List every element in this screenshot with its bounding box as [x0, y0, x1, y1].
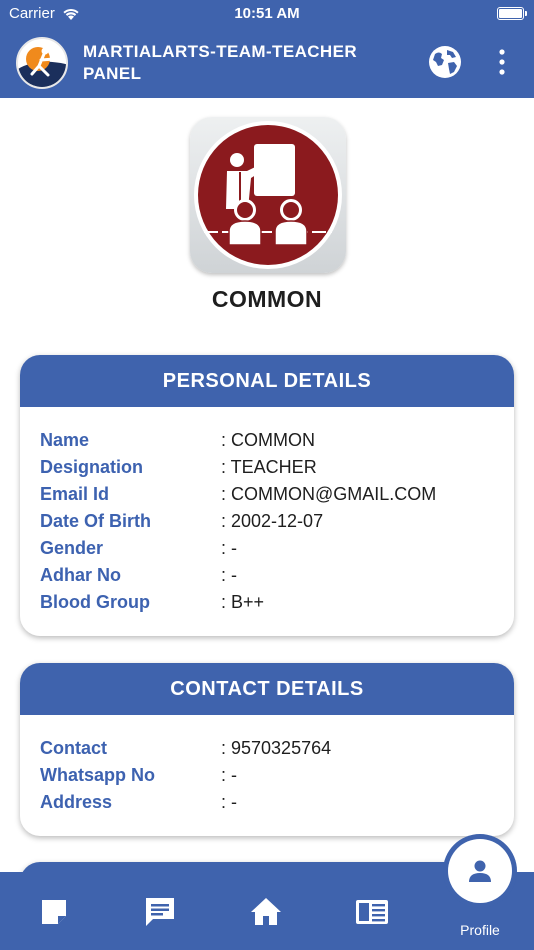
- detail-row-whatsapp: Whatsapp No : -: [20, 763, 514, 790]
- nav-note-icon[interactable]: [34, 892, 74, 932]
- detail-row-dob: Date Of Birth : 2002-12-07: [20, 509, 514, 536]
- teacher-presentation-icon: [194, 121, 342, 269]
- profile-name: COMMON: [211, 286, 323, 312]
- app-logo[interactable]: [16, 37, 68, 89]
- detail-label: Designation: [40, 457, 144, 477]
- nav-home-icon[interactable]: [246, 892, 286, 932]
- detail-label: Address: [40, 792, 113, 812]
- status-bar: Carrier 10:51 AM: [0, 0, 534, 28]
- detail-label: Blood Group: [40, 592, 150, 612]
- detail-label: Adhar No: [40, 565, 121, 585]
- detail-row-address: Address : -: [20, 790, 514, 817]
- detail-label: Whatsapp No: [40, 765, 155, 785]
- contact-details-title: CONTACT DETAILS: [20, 663, 514, 715]
- detail-value: : -: [221, 792, 237, 812]
- detail-value: : -: [221, 565, 237, 585]
- person-icon: [469, 860, 491, 882]
- detail-value: : COMMON@GMAIL.COM: [221, 484, 437, 504]
- detail-row-adhar: Adhar No : -: [20, 563, 514, 590]
- personal-details-card: PERSONAL DETAILS Name : COMMON Designati…: [20, 355, 514, 636]
- profile-nav-button[interactable]: [443, 834, 517, 908]
- detail-value: : B++: [221, 592, 265, 612]
- detail-value: : TEACHER: [221, 457, 317, 477]
- more-vert-icon[interactable]: [492, 47, 512, 77]
- nav-newspaper-icon[interactable]: [352, 892, 392, 932]
- detail-value: : -: [221, 765, 237, 785]
- globe-icon[interactable]: [428, 45, 462, 79]
- contact-details-card: CONTACT DETAILS Contact : 9570325764 Wha…: [20, 663, 514, 836]
- app-title: MARTIALARTS-TEAM-TEACHER PANEL: [83, 42, 358, 83]
- detail-row-contact: Contact : 9570325764: [20, 736, 514, 763]
- profile-nav-label[interactable]: Profile: [430, 922, 530, 938]
- detail-label: Name: [40, 430, 90, 450]
- nav-chat-icon[interactable]: [140, 892, 180, 932]
- detail-row-blood-group: Blood Group : B++: [20, 590, 514, 617]
- profile-avatar: [190, 117, 346, 273]
- battery-icon: [497, 7, 527, 20]
- detail-value: : -: [221, 538, 237, 558]
- detail-value: : 9570325764: [221, 738, 332, 758]
- detail-label: Contact: [40, 738, 107, 758]
- detail-row-gender: Gender : -: [20, 536, 514, 563]
- detail-label: Gender: [40, 538, 104, 558]
- detail-row-name: Name : COMMON: [20, 428, 514, 455]
- personal-details-title: PERSONAL DETAILS: [20, 355, 514, 407]
- detail-label: Date Of Birth: [40, 511, 152, 531]
- detail-row-email: Email Id : COMMON@GMAIL.COM: [20, 482, 514, 509]
- detail-label: Email Id: [40, 484, 110, 504]
- detail-value: : COMMON: [221, 430, 315, 450]
- detail-row-designation: Designation : TEACHER: [20, 455, 514, 482]
- app-bar: MARTIALARTS-TEAM-TEACHER PANEL: [0, 28, 534, 98]
- clock: 10:51 AM: [234, 5, 300, 22]
- detail-value: : 2002-12-07: [221, 511, 324, 531]
